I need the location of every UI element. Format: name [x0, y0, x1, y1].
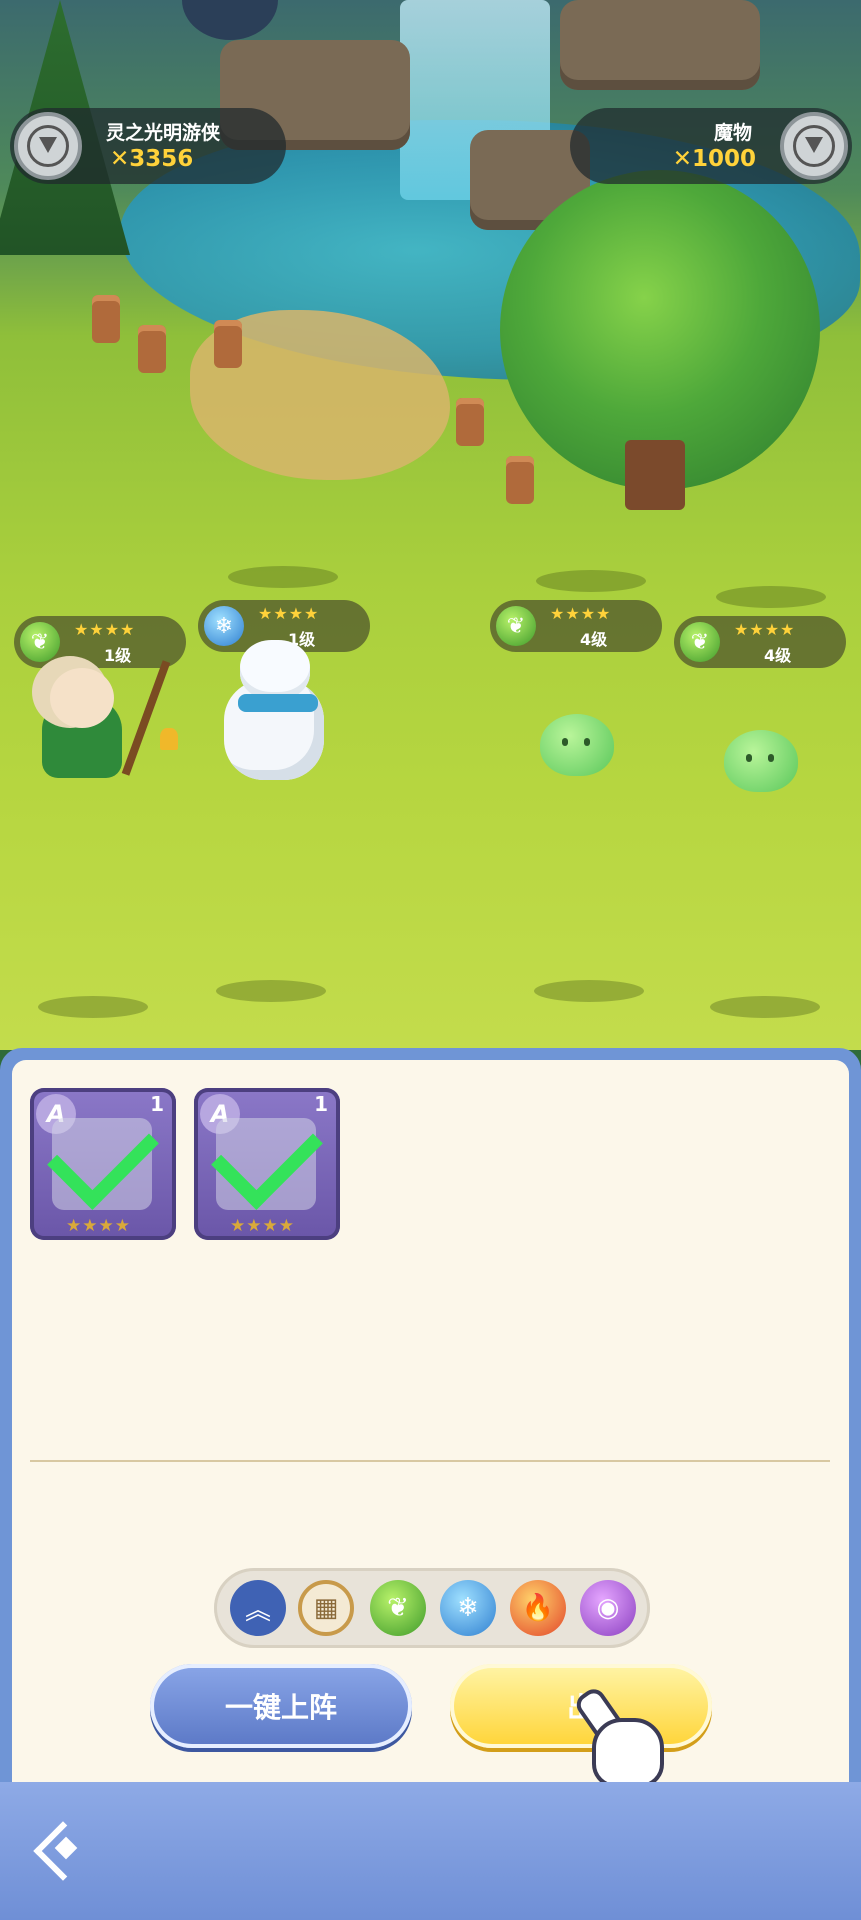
- enemy-slime[interactable]: [540, 714, 614, 776]
- faction-emblem-icon: [14, 112, 82, 180]
- stump: [506, 456, 534, 504]
- roster-card-shepherd-girl[interactable]: A 1 ★★★★: [194, 1088, 340, 1240]
- unit-shepherd-girl[interactable]: [42, 660, 192, 798]
- flame-icon[interactable]: 🔥: [510, 1580, 566, 1636]
- stump: [456, 398, 484, 446]
- unit-stars: ★★★★: [258, 604, 320, 623]
- tree-trunk: [625, 440, 685, 510]
- stump: [138, 325, 166, 373]
- unit-stars: ★★★★: [550, 604, 612, 623]
- team-panel: A 1 ★★★★ A 1 ★★★★: [0, 1048, 861, 1790]
- card-count: 1: [150, 1092, 164, 1116]
- unit-stars: ★★★★: [734, 620, 796, 639]
- player-power: ✕3356: [110, 146, 194, 172]
- player-left-pill: 灵之光明游侠 ✕3356: [10, 108, 286, 184]
- grid-icon[interactable]: ▦: [298, 1580, 354, 1636]
- unit-level: 4级: [764, 646, 792, 665]
- stump: [214, 320, 242, 368]
- leaf-icon[interactable]: ❦: [370, 1580, 426, 1636]
- slot-shadow: [710, 996, 820, 1018]
- slot-shadow: [228, 566, 338, 588]
- divider: [30, 1460, 830, 1462]
- enemy-power: ✕1000: [672, 146, 756, 172]
- bottom-nav-bar: [0, 1782, 861, 1920]
- rock-cliff: [560, 0, 760, 90]
- player-right-pill: 魔物 ✕1000: [570, 108, 852, 184]
- slot-shadow: [216, 980, 326, 1002]
- stump: [92, 295, 120, 343]
- bell-icon: [160, 728, 178, 750]
- enemy-slime[interactable]: [724, 730, 798, 792]
- double-chevron-up-icon[interactable]: ︽: [230, 1580, 286, 1636]
- element-filter-bar: ︽ ▦ ❦ ❄ 🔥 ◉: [214, 1568, 650, 1648]
- snowflake-icon[interactable]: ❄: [440, 1580, 496, 1636]
- unit-plate: ❦ ★★★★ 1级: [14, 616, 186, 668]
- card-stars: ★★★★: [66, 1216, 131, 1236]
- leaf-icon: ❦: [20, 622, 60, 662]
- unit-level: 1级: [104, 646, 132, 665]
- crossed-swords-icon: ✕: [672, 146, 692, 172]
- card-stars: ★★★★: [230, 1216, 295, 1236]
- auto-deploy-button[interactable]: 一键上阵: [150, 1664, 412, 1748]
- roster-card-polar-bear[interactable]: A 1 ★★★★: [30, 1088, 176, 1240]
- back-menu-icon[interactable]: [28, 1816, 96, 1884]
- faction-emblem-icon: [780, 112, 848, 180]
- slot-shadow: [534, 980, 644, 1002]
- leaf-icon: ❦: [680, 622, 720, 662]
- eye-icon[interactable]: ◉: [580, 1580, 636, 1636]
- crossed-swords-icon: ✕: [110, 146, 130, 172]
- card-count: 1: [314, 1092, 328, 1116]
- enemy-plate: ❦ ★★★★ 4级: [674, 616, 846, 668]
- leaf-icon: ❦: [496, 606, 536, 646]
- slot-shadow: [38, 996, 148, 1018]
- boss-portrait-top: [182, 0, 278, 40]
- unit-stars: ★★★★: [74, 620, 136, 639]
- tutorial-pointer-hand-icon: [572, 1684, 666, 1788]
- slot-shadow: [536, 570, 646, 592]
- roster-area: A 1 ★★★★ A 1 ★★★★: [12, 1060, 849, 1790]
- enemy-plate: ❦ ★★★★ 4级: [490, 600, 662, 652]
- unit-level: 4级: [580, 630, 608, 649]
- enemy-name: 魔物: [713, 122, 752, 144]
- unit-polar-bear[interactable]: [214, 640, 354, 790]
- slot-shadow: [716, 586, 826, 608]
- player-name: 灵之光明游侠: [106, 122, 221, 144]
